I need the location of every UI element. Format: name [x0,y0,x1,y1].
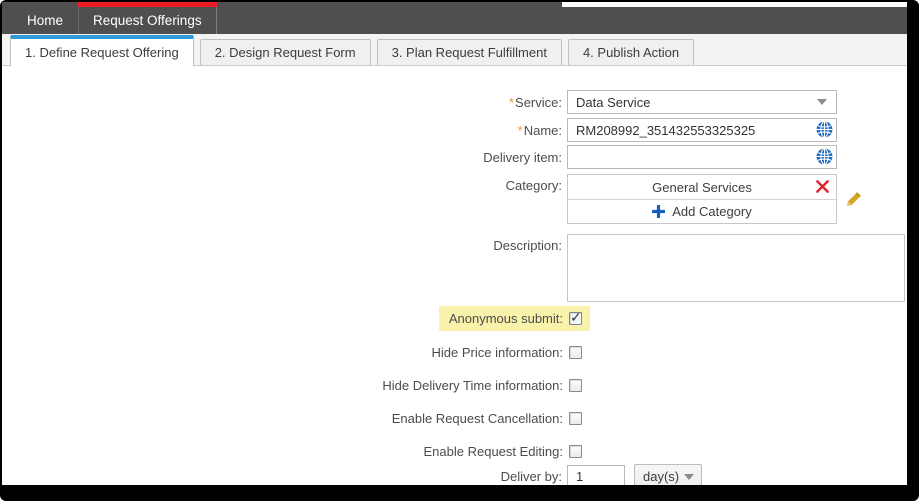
enable-editing-label: Enable Request Editing: [423,444,563,459]
hide-price-label: Hide Price information: [431,345,564,360]
enable-cancellation-label: Enable Request Cancellation: [391,411,563,426]
nav-tab-request-offerings[interactable]: Request Offerings [78,2,217,34]
edit-pencil-icon[interactable] [845,190,863,208]
topbar-notch [562,2,907,7]
remove-category-icon[interactable] [815,179,830,194]
service-select[interactable]: Data Service [567,90,837,114]
category-row: Category: General Services Add Category [2,174,907,224]
wizard-tab-strip: 1. Define Request Offering 2. Design Req… [2,34,907,66]
tab-publish-action[interactable]: 4. Publish Action [567,39,695,65]
description-label: Description: [493,238,562,253]
globe-icon[interactable] [816,148,833,165]
hide-price-checkbox[interactable] [569,346,582,359]
service-label: *Service: [508,94,562,110]
tab-design-request-form[interactable]: 2. Design Request Form [199,39,371,65]
app-window-frame: Home Request Offerings 1. Define Request… [0,0,919,501]
nav-tab-request-offerings-label: Request Offerings [93,13,202,28]
category-item[interactable]: General Services [568,175,836,199]
app-window: Home Request Offerings 1. Define Request… [2,2,907,485]
anonymous-submit-row: Anonymous submit: [2,306,590,331]
name-input[interactable] [567,118,837,142]
nav-tab-home-label: Home [27,13,64,28]
hide-delivery-time-row: Hide Delivery Time information: [2,373,590,398]
enable-cancellation-checkbox[interactable] [569,412,582,425]
enable-editing-row: Enable Request Editing: [2,439,590,464]
hide-price-row: Hide Price information: [2,340,590,365]
deliver-by-row: Deliver by: day(s) [2,464,907,485]
nav-tab-home[interactable]: Home [12,2,78,34]
deliver-by-unit-select[interactable]: day(s) [634,464,702,485]
chevron-down-icon [684,473,694,480]
deliver-by-input[interactable] [567,464,625,485]
top-nav-bar: Home Request Offerings [2,2,907,34]
hide-delivery-time-checkbox[interactable] [569,379,582,392]
enable-cancellation-row: Enable Request Cancellation: [2,406,590,431]
deliver-by-label: Deliver by: [500,469,562,484]
anonymous-submit-checkbox[interactable] [569,309,582,326]
delivery-item-row: Delivery item: [2,145,907,169]
required-asterisk: * [508,94,515,110]
service-row: *Service: Data Service [2,90,907,114]
hide-delivery-time-label: Hide Delivery Time information: [382,378,563,393]
name-row: *Name: [2,118,907,142]
category-label: Category: [505,178,562,193]
name-label: *Name: [517,122,562,138]
category-list: General Services Add Category [567,174,837,224]
category-item-label: General Services [652,179,752,195]
description-row: Description: [2,234,907,302]
add-category-button[interactable]: Add Category [568,199,836,223]
deliver-by-unit-value: day(s) [643,469,680,484]
delivery-item-input[interactable] [567,145,837,169]
description-textarea[interactable] [567,234,905,302]
service-select-value: Data Service [576,94,651,110]
tab-plan-request-fulfillment[interactable]: 3. Plan Request Fulfillment [376,39,562,65]
chevron-down-icon [817,99,827,105]
anonymous-submit-highlight: Anonymous submit: [438,306,590,331]
anonymous-submit-label: Anonymous submit: [448,311,563,326]
add-category-label: Add Category [672,204,752,219]
globe-icon[interactable] [816,121,833,138]
required-asterisk: * [517,122,523,138]
tab-define-request-offering[interactable]: 1. Define Request Offering [10,35,194,66]
enable-editing-checkbox[interactable] [569,445,582,458]
delivery-item-label: Delivery item: [483,149,562,165]
plus-icon [652,205,666,218]
define-request-offering-form: *Service: Data Service *Name: RM208992_3… [2,66,907,485]
